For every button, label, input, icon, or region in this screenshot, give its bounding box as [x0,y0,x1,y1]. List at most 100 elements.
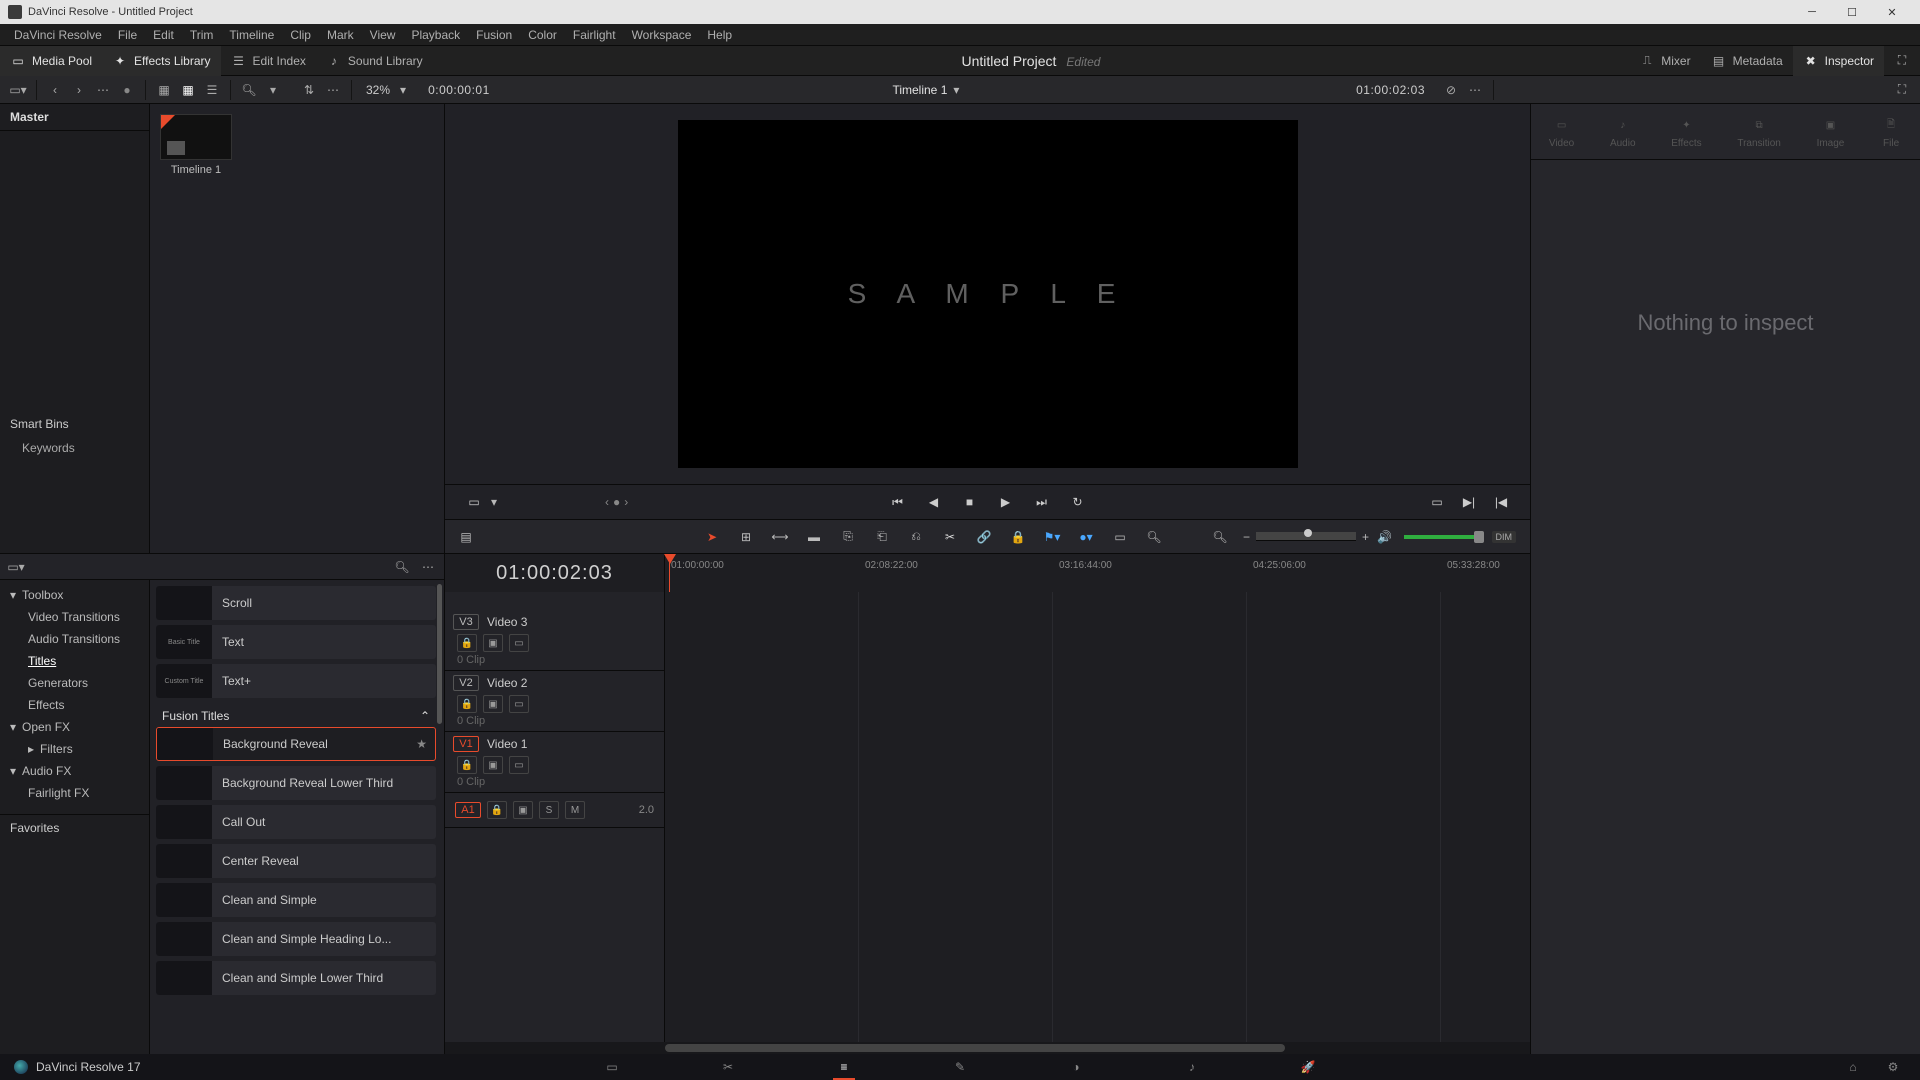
out-icon[interactable]: ▶| [1458,491,1480,513]
menu-mark[interactable]: Mark [319,28,362,42]
media-pool-toggle[interactable]: ▭ Media Pool [0,46,102,76]
master-bin[interactable]: Master [0,104,149,131]
favorites-header[interactable]: Favorites [0,814,149,841]
minimize-button[interactable]: ─ [1792,0,1832,24]
disable-icon[interactable]: ▭ [509,695,529,713]
generators-node[interactable]: Generators [0,672,149,694]
fx-search-icon[interactable]: 🔍︎ [392,557,412,577]
timeline-drop-icon[interactable]: ▾ [953,83,959,97]
viewer-options-icon[interactable]: ⋯ [1465,80,1485,100]
marker-icon[interactable]: ●▾ [1075,526,1097,548]
menu-davinci[interactable]: DaVinci Resolve [6,28,110,42]
fx-view-icon[interactable]: ▭▾ [6,557,26,577]
auto-select-icon[interactable]: ▣ [483,634,503,652]
menu-trim[interactable]: Trim [182,28,222,42]
track-v2[interactable]: V2Video 2 🔒▣▭ 0 Clip [445,671,664,732]
first-frame-button[interactable]: ⏮ [887,491,909,513]
search-drop-icon[interactable]: ▾ [263,80,283,100]
record-icon[interactable]: ● [117,80,137,100]
mute-button[interactable]: M [565,801,585,819]
filters-node[interactable]: ▸Filters [0,738,149,760]
title-clean-simple-heading[interactable]: Clean and Simple Heading Lo... [156,922,436,956]
play-button[interactable]: ▶ [995,491,1017,513]
inspector-tab-file[interactable]: 🗎File [1880,114,1902,149]
snap-icon[interactable]: ▭ [1109,526,1131,548]
title-background-reveal[interactable]: Background Reveal★ [156,727,436,761]
flag-icon[interactable]: ⚑▾ [1041,526,1063,548]
media-pool-clips[interactable]: Timeline 1 [150,104,444,553]
chevron-down-icon[interactable]: ▾ [491,495,497,509]
fairlight-fx-node[interactable]: Fairlight FX [0,782,149,804]
auto-select-icon[interactable]: ▣ [483,695,503,713]
clip-timeline1[interactable]: Timeline 1 [160,114,232,176]
lock-icon[interactable]: 🔒 [457,695,477,713]
bin-view-icon[interactable]: ▭▾ [8,80,28,100]
list-view-icon[interactable]: ☰ [202,80,222,100]
zoom-out-icon[interactable]: 🔍︎ [1209,526,1231,548]
metadata-toggle[interactable]: ▤ Metadata [1701,46,1793,76]
timeline-tracks-area[interactable] [665,592,1530,1042]
page-color[interactable]: ◑ [1063,1057,1089,1077]
mixer-toggle[interactable]: ⎍ Mixer [1629,46,1700,76]
bypass-icon[interactable]: ⊘ [1441,80,1461,100]
page-fusion[interactable]: ✎ [947,1057,973,1077]
trim-tool-icon[interactable]: ⊞ [735,526,757,548]
ellipsis-icon[interactable]: ⋯ [93,80,113,100]
expand-inspector-icon[interactable]: ⛶ [1892,80,1912,100]
home-button[interactable]: ⌂ [1840,1057,1866,1077]
solo-button[interactable]: S [539,801,559,819]
close-button[interactable]: ✕ [1872,0,1912,24]
open-fx-node[interactable]: ▾Open FX [0,716,149,738]
inspector-tab-transition[interactable]: ⧉Transition [1737,114,1781,149]
fx-scrollbar[interactable] [437,584,442,724]
timeline-ruler[interactable]: 01:00:00:00 02:08:22:00 03:16:44:00 04:2… [665,554,1530,592]
menu-playback[interactable]: Playback [403,28,468,42]
menu-view[interactable]: View [362,28,404,42]
volume-slider[interactable] [1404,535,1484,539]
zoom-tool-icon[interactable]: 🔍︎ [1143,526,1165,548]
page-cut[interactable]: ✂ [715,1057,741,1077]
options-icon[interactable]: ⋯ [323,80,343,100]
audio-transitions-node[interactable]: Audio Transitions [0,628,149,650]
inspector-tab-image[interactable]: ▣Image [1817,114,1845,149]
timeline-timecode[interactable]: 01:00:02:03 [445,554,665,592]
timeline-zoom-slider[interactable]: −+ [1243,530,1369,544]
viewer-canvas[interactable]: S A M P L E [678,120,1298,468]
lock-icon[interactable]: 🔒 [457,756,477,774]
title-scroll[interactable]: Scroll [156,586,436,620]
title-center-reveal[interactable]: Center Reveal [156,844,436,878]
title-clean-simple-lt[interactable]: Clean and Simple Lower Third [156,961,436,995]
edit-index-toggle[interactable]: ☰ Edit Index [221,46,316,76]
menu-color[interactable]: Color [520,28,565,42]
prev-marker-icon[interactable]: ‹ [605,495,609,509]
keywords-bin[interactable]: Keywords [0,437,149,459]
razor-icon[interactable]: ✂ [939,526,961,548]
video-transitions-node[interactable]: Video Transitions [0,606,149,628]
speaker-icon[interactable]: 🔊 [1374,526,1396,548]
in-icon[interactable]: |◀ [1490,491,1512,513]
inspector-tab-audio[interactable]: ♪Audio [1610,114,1636,149]
title-clean-simple[interactable]: Clean and Simple [156,883,436,917]
reverse-button[interactable]: ◀ [923,491,945,513]
link-icon[interactable]: 🔗 [973,526,995,548]
selection-tool-icon[interactable]: ➤ [701,526,723,548]
inspector-toggle[interactable]: ✖ Inspector [1793,46,1884,76]
timeline-name[interactable]: Timeline 1 [892,83,947,97]
title-call-out[interactable]: Call Out [156,805,436,839]
title-text[interactable]: Basic TitleText [156,625,436,659]
next-marker-icon[interactable]: › [624,495,628,509]
replace-icon[interactable]: ⎌ [905,526,927,548]
auto-select-icon[interactable]: ▣ [513,801,533,819]
insert-icon[interactable]: ⎘ [837,526,859,548]
auto-select-icon[interactable]: ▣ [483,756,503,774]
stop-button[interactable]: ■ [959,491,981,513]
effects-node[interactable]: Effects [0,694,149,716]
timeline-view-icon[interactable]: ▤ [455,526,477,548]
fx-options-icon[interactable]: ⋯ [418,557,438,577]
loop-button[interactable]: ↻ [1067,491,1089,513]
page-media[interactable]: ▭ [599,1057,625,1077]
title-text-plus[interactable]: Custom TitleText+ [156,664,436,698]
star-icon[interactable]: ★ [416,737,427,751]
menu-edit[interactable]: Edit [145,28,182,42]
inspector-tab-video[interactable]: ▭Video [1549,114,1574,149]
